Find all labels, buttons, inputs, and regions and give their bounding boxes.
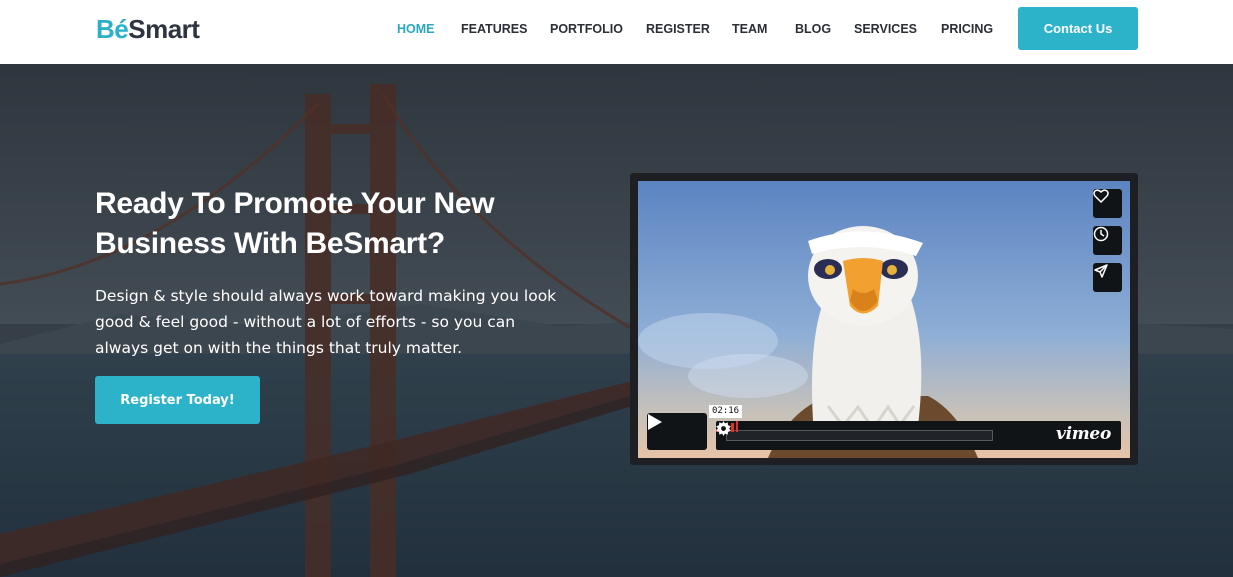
contact-us-button[interactable]: Contact Us (1018, 7, 1138, 50)
hero-title-line2: Business With BeSmart? (95, 227, 445, 260)
brand-logo-accent: Bé (96, 14, 129, 44)
nav-item-services[interactable]: SERVICES (854, 21, 917, 37)
heart-icon (1093, 189, 1109, 203)
hero-title: Ready To Promote Your New Business With … (95, 184, 595, 264)
play-button[interactable] (647, 413, 707, 450)
play-icon (648, 414, 662, 430)
send-icon (1094, 264, 1108, 278)
hero-section: Ready To Promote Your New Business With … (0, 64, 1233, 577)
register-today-button[interactable]: Register Today! (95, 376, 260, 424)
video-screen[interactable]: 02:16 vimeo (638, 181, 1130, 458)
nav-item-team[interactable]: TEAM (732, 21, 767, 37)
navbar: BéSmart HOME FEATURES PORTFOLIO REGISTER… (0, 0, 1233, 64)
gear-icon[interactable] (716, 421, 731, 436)
nav-item-pricing[interactable]: PRICING (941, 21, 993, 37)
nav-item-register[interactable]: REGISTER (646, 21, 710, 37)
brand-logo[interactable]: BéSmart (96, 14, 200, 44)
brand-logo-rest: Smart (128, 14, 200, 44)
watch-later-button[interactable] (1093, 226, 1122, 255)
nav-item-home[interactable]: HOME (397, 21, 435, 37)
hero-title-line1: Ready To Promote Your New (95, 187, 495, 220)
video-time-badge: 02:16 (709, 405, 743, 418)
nav-item-features[interactable]: FEATURES (461, 21, 527, 37)
video-player: 02:16 vimeo (630, 173, 1138, 465)
clock-icon (1093, 226, 1109, 242)
hero-description: Design & style should always work toward… (95, 287, 557, 357)
vimeo-logo[interactable]: vimeo (1056, 424, 1111, 444)
video-progress-bar[interactable] (726, 430, 993, 441)
nav-item-blog[interactable]: BLOG (795, 21, 831, 37)
video-control-bar: vimeo (716, 421, 1121, 450)
share-button[interactable] (1093, 263, 1122, 292)
like-button[interactable] (1093, 189, 1122, 218)
nav-item-portfolio[interactable]: PORTFOLIO (550, 21, 623, 37)
